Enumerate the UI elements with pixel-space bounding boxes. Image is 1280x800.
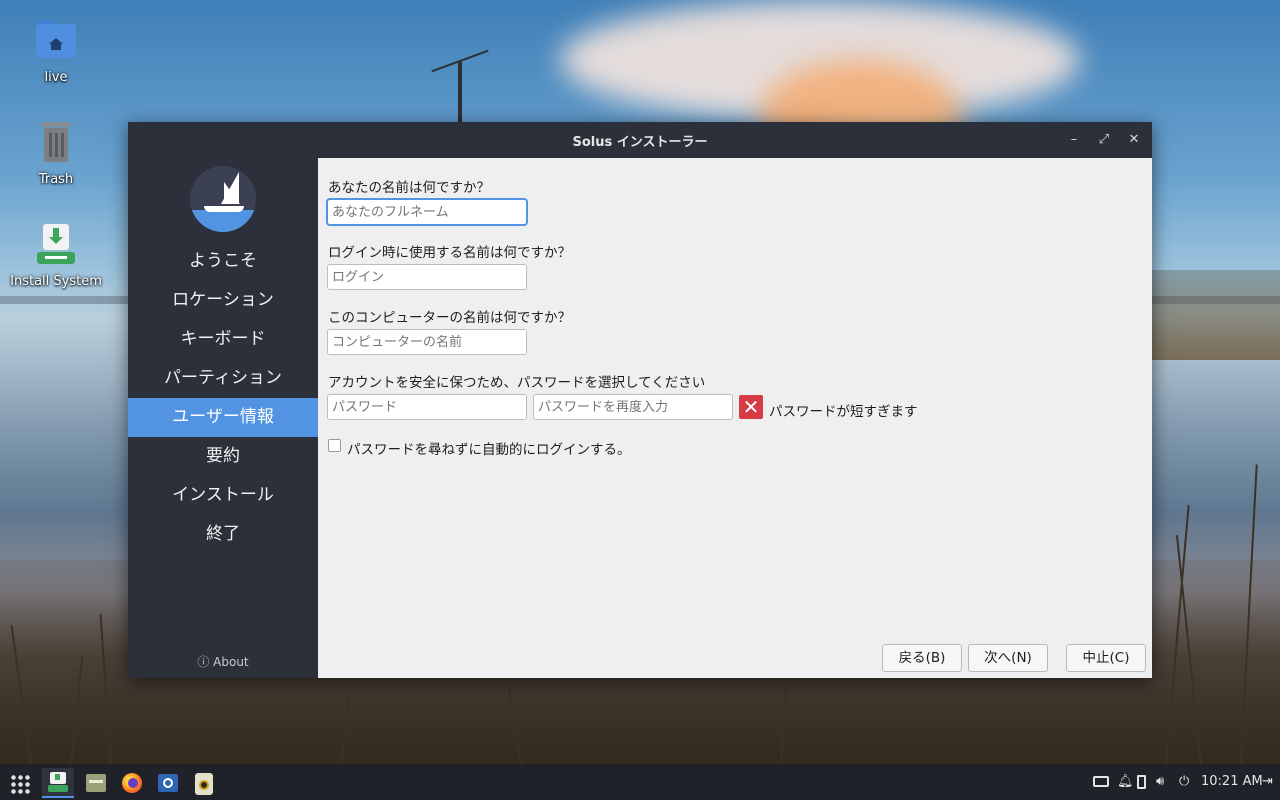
back-button[interactable]: 戻る(B)	[882, 644, 962, 672]
password-input[interactable]	[327, 394, 527, 420]
computer-question: このコンピューターの名前は何ですか？	[328, 310, 571, 326]
error-icon: ✕	[739, 395, 763, 419]
autologin-checkbox[interactable]	[328, 439, 341, 452]
login-question: ログイン時に使用する名前は何ですか？	[328, 245, 571, 261]
about-link[interactable]: ⓘ About	[128, 653, 318, 670]
solus-logo-icon	[190, 166, 256, 232]
app-menu-icon[interactable]	[4, 768, 36, 798]
cancel-button[interactable]: 中止(C)	[1066, 644, 1146, 672]
installer-icon[interactable]	[42, 768, 74, 798]
sidebar-item-install[interactable]: インストール	[128, 476, 318, 515]
password-question: アカウントを安全に保つため、パスワードを選択してください	[328, 375, 706, 391]
desktop-icon-live[interactable]: live	[6, 18, 106, 85]
next-button[interactable]: 次へ(N)	[968, 644, 1048, 672]
desktop-icon-install-system[interactable]: Install System	[6, 222, 106, 289]
desktop-icon-trash[interactable]: Trash	[6, 120, 106, 187]
trash-icon	[33, 120, 79, 166]
computer-name-input[interactable]	[327, 329, 527, 355]
user-info-form: あなたの名前は何ですか？ ログイン時に使用する名前は何ですか？ このコンピュータ…	[318, 158, 1152, 678]
desktop-icon-label: Trash	[38, 172, 74, 187]
volume-icon[interactable]: 🔊︎	[1156, 764, 1164, 800]
sidebar-item-user-info[interactable]: ユーザー情報	[128, 398, 318, 437]
sidebar-item-location[interactable]: ロケーション	[128, 281, 318, 320]
network-icon[interactable]	[1093, 764, 1109, 800]
battery-icon[interactable]	[1137, 764, 1146, 800]
full-name-input[interactable]	[327, 199, 527, 225]
software-center-icon[interactable]	[152, 768, 184, 798]
installer-window: Solus インストーラー – ⤢ ✕ ようこそ ロケーション キーボード パー…	[128, 122, 1152, 678]
sidebar-item-partition[interactable]: パーティション	[128, 359, 318, 398]
sidebar-item-welcome[interactable]: ようこそ	[128, 242, 318, 281]
maximize-icon[interactable]: ⤢	[1094, 130, 1114, 150]
sidebar-item-keyboard[interactable]: キーボード	[128, 320, 318, 359]
login-input[interactable]	[327, 264, 527, 290]
title-bar[interactable]: Solus インストーラー – ⤢ ✕	[128, 122, 1152, 158]
firefox-icon[interactable]	[116, 768, 148, 798]
notification-icon[interactable]: 🔔︎	[1117, 764, 1134, 800]
password-error-message: パスワードが短すぎます	[769, 404, 918, 420]
rhythmbox-icon[interactable]	[188, 768, 220, 798]
desktop-icon-label: Install System	[10, 274, 102, 289]
autologin-label[interactable]: パスワードを尋ねずに自動的にログインする。	[347, 438, 631, 458]
password-confirm-input[interactable]	[533, 394, 733, 420]
close-icon[interactable]: ✕	[1124, 130, 1144, 150]
sidebar-item-summary[interactable]: 要約	[128, 437, 318, 476]
name-question: あなたの名前は何ですか？	[328, 180, 490, 196]
window-title: Solus インストーラー	[572, 134, 708, 150]
files-icon[interactable]	[80, 768, 112, 798]
sidebar-item-finish[interactable]: 終了	[128, 515, 318, 554]
logout-icon[interactable]: ⇥	[1262, 764, 1273, 800]
clock[interactable]: 10:21 AM	[1201, 764, 1263, 800]
minimize-icon[interactable]: –	[1064, 130, 1084, 150]
home-folder-icon	[33, 18, 79, 64]
power-icon[interactable]: ⏻	[1179, 764, 1189, 800]
install-system-icon	[33, 222, 79, 268]
step-list: ようこそ ロケーション キーボード パーティション ユーザー情報 要約 インスト…	[128, 242, 318, 554]
taskbar: 🔔︎ 🔊︎ ⏻ 10:21 AM ⇥	[0, 764, 1280, 800]
sidebar: ようこそ ロケーション キーボード パーティション ユーザー情報 要約 インスト…	[128, 158, 318, 678]
desktop-icon-label: live	[44, 70, 68, 85]
